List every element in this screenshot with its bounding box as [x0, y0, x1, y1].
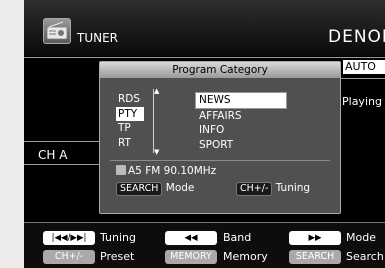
dialog-divider: [110, 160, 330, 161]
mode-list: RDS PTY TP RT: [116, 92, 144, 150]
ch-preset-button[interactable]: CH+/-: [43, 250, 95, 264]
mode-label: Mode: [346, 231, 376, 244]
dialog-title: Program Category: [100, 62, 340, 78]
memory-button[interactable]: MEMORY: [165, 250, 217, 264]
preset-label: Preset: [100, 250, 135, 263]
search-label: Search: [346, 250, 384, 263]
band-label: Band: [223, 231, 252, 244]
skip-button[interactable]: |◀◀/▶▶|: [43, 231, 95, 245]
search-hint: SEARCH Mode: [116, 182, 194, 196]
scroll-down-icon[interactable]: ▼: [154, 148, 159, 156]
auto-indicator: AUTO: [343, 60, 385, 74]
search-key[interactable]: SEARCH: [116, 182, 163, 196]
top-bar: TUNER DENON: [24, 0, 385, 56]
radio-icon: [43, 18, 71, 44]
fast-forward-button[interactable]: ▶▶: [289, 231, 341, 245]
station-icon: [116, 165, 126, 175]
search-hint-label: Mode: [165, 182, 195, 194]
left-divider-lower: [24, 164, 99, 165]
tuner-screen: TUNER DENON AUTO Playing CH A Program Ca…: [24, 0, 385, 268]
brand-logo: DENON: [328, 27, 385, 47]
tuning-hint-label: Tuning: [275, 182, 311, 194]
category-item-news[interactable]: NEWS: [195, 92, 287, 109]
channel-label: CH A: [38, 148, 68, 162]
memory-label: Memory: [223, 250, 268, 263]
mode-item-pty[interactable]: PTY: [116, 106, 144, 121]
right-divider: [339, 78, 385, 79]
scroll-up-icon[interactable]: ▲: [154, 87, 159, 95]
category-item-affairs[interactable]: AFFAIRS: [196, 109, 287, 124]
program-category-dialog: Program Category RDS PTY TP RT ▲ ▼ NEWS …: [99, 61, 341, 214]
tuning-label: Tuning: [100, 231, 137, 244]
station-text: A5 FM 90.10MHz: [128, 165, 217, 177]
mode-item-tp[interactable]: TP: [116, 121, 144, 136]
bottom-bar: |◀◀/▶▶| Tuning ◀◀ Band ▶▶ Mode CH+/- Pre…: [24, 222, 385, 268]
station-status: A5 FM 90.10MHz: [116, 165, 216, 177]
category-item-info[interactable]: INFO: [196, 123, 287, 138]
bottom-divider: [24, 222, 385, 223]
playing-label: Playing: [342, 95, 382, 108]
category-scrollbar[interactable]: ▲ ▼: [153, 87, 162, 156]
mode-item-rt[interactable]: RT: [116, 136, 144, 151]
ch-key[interactable]: CH+/-: [236, 182, 273, 196]
search-button[interactable]: SEARCH: [289, 250, 341, 264]
tuning-hint: CH+/- Tuning: [236, 182, 310, 196]
top-divider: [24, 57, 385, 58]
mode-item-rds[interactable]: RDS: [116, 92, 144, 107]
category-item-sport[interactable]: SPORT: [196, 138, 287, 153]
source-label: TUNER: [77, 31, 119, 45]
category-list: NEWS AFFAIRS INFO SPORT: [195, 92, 287, 153]
rewind-button[interactable]: ◀◀: [165, 231, 217, 245]
left-divider: [24, 141, 99, 142]
